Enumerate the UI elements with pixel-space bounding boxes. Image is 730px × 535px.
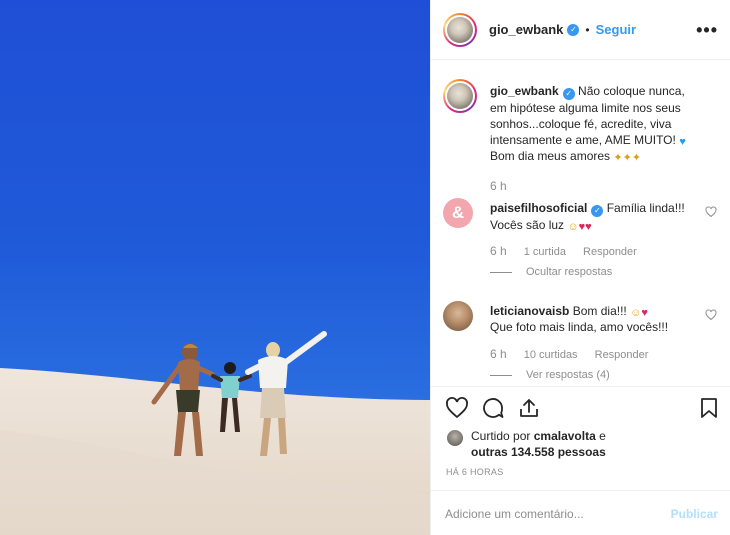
like-comment-heart-icon[interactable]: [705, 206, 717, 218]
comment-input[interactable]: Adicione um comentário...: [445, 507, 584, 521]
comment-likes[interactable]: 10 curtidas: [524, 349, 578, 361]
comment-time[interactable]: 6 h: [490, 244, 507, 258]
caption-meta: 6 h: [490, 179, 521, 193]
caption-time[interactable]: 6 h: [490, 179, 507, 193]
comment-text: paisefilhosoficial ✓ Família linda!!! Voc…: [490, 200, 700, 233]
author-avatar[interactable]: [443, 12, 477, 47]
post-header: gio_ewbank ✓ • Seguir •••: [431, 0, 730, 60]
replies-line: [490, 374, 512, 376]
liked-by-user[interactable]: cmalavolta: [534, 429, 596, 443]
blue-heart-icon: ♥: [679, 136, 686, 148]
reply-button[interactable]: Responder: [583, 246, 637, 258]
verified-icon: ✓: [562, 88, 575, 100]
post-sidebar: gio_ewbank ✓ • Seguir ••• gio_ewbank ✓ Nã…: [430, 0, 730, 535]
add-comment-bar: Adicione um comentário... Publicar: [431, 490, 730, 535]
comment-username[interactable]: leticianovaisb: [490, 304, 569, 318]
toggle-replies-label[interactable]: Ocultar respostas: [526, 266, 612, 278]
post-timestamp[interactable]: HÁ 6 HORAS: [446, 467, 504, 477]
liked-by-joiner: e: [599, 429, 606, 443]
heart-eyes-icon: ☺: [630, 307, 642, 319]
verified-icon: ✓: [567, 23, 580, 36]
comment-meta: 6 h 1 curtida Responder: [490, 244, 651, 258]
comment-username[interactable]: paisefilhosoficial: [490, 201, 587, 215]
comments-list[interactable]: gio_ewbank ✓ Não coloque nunca, em hipóte…: [431, 61, 730, 387]
toggle-replies-label[interactable]: Ver respostas (4): [526, 369, 610, 381]
instagram-post-view: gio_ewbank ✓ • Seguir ••• gio_ewbank ✓ Nã…: [0, 0, 730, 535]
like-comment-heart-icon[interactable]: [705, 309, 717, 321]
liked-by-others[interactable]: outras 134.558 pessoas: [471, 445, 606, 459]
reply-button[interactable]: Responder: [595, 349, 649, 361]
sparkles-icon: ✦✦✦: [613, 152, 642, 164]
comment-meta: 6 h 10 curtidas Responder: [490, 347, 662, 361]
beach-dune-photo: [0, 0, 430, 535]
comment-icon[interactable]: [481, 396, 505, 420]
post-actions: [443, 396, 723, 424]
comment-item: & paisefilhosoficial ✓ Família linda!!! V…: [443, 198, 723, 278]
liked-by-text: Curtido por cmalavolta e outras 134.558 …: [471, 428, 606, 460]
red-heart-icon: ♥: [641, 307, 648, 319]
share-icon[interactable]: [517, 396, 541, 420]
caption-text: gio_ewbank ✓ Não coloque nunca, em hipóte…: [490, 83, 700, 164]
comment-item: leticianovaisb Bom dia!!! ☺♥ Que foto ma…: [443, 301, 723, 385]
verified-icon: ✓: [591, 205, 604, 217]
heart-eyes-icon: ☺: [567, 221, 579, 233]
post-photo[interactable]: [0, 0, 430, 535]
toggle-replies[interactable]: Ocultar respostas: [490, 266, 626, 278]
liker-avatar[interactable]: [447, 430, 463, 446]
comment-likes[interactable]: 1 curtida: [524, 246, 566, 258]
commenter-avatar[interactable]: [443, 301, 473, 331]
caption-body-2: Bom dia meus amores: [490, 149, 611, 163]
comment-body: Bom dia!!!: [572, 304, 627, 318]
liked-by: Curtido por cmalavolta e outras 134.558 …: [445, 428, 725, 460]
commenter-avatar[interactable]: &: [443, 198, 473, 228]
caption-row: gio_ewbank ✓ Não coloque nunca, em hipóte…: [443, 79, 723, 193]
liked-by-prefix: Curtido por: [471, 429, 531, 443]
author-username[interactable]: gio_ewbank: [489, 22, 563, 37]
red-heart-icon: ♥♥: [578, 221, 592, 233]
replies-line: [490, 271, 512, 273]
toggle-replies[interactable]: Ver respostas (4): [490, 369, 624, 381]
comment-time[interactable]: 6 h: [490, 347, 507, 361]
publish-button[interactable]: Publicar: [671, 507, 718, 521]
header-separator: •: [585, 22, 590, 37]
caption-avatar[interactable]: [443, 79, 477, 113]
comment-body-2: Que foto mais linda, amo vocês!!!: [490, 320, 669, 334]
bookmark-icon[interactable]: [697, 396, 721, 420]
follow-button[interactable]: Seguir: [596, 22, 636, 37]
heart-icon[interactable]: [445, 396, 469, 420]
caption-username[interactable]: gio_ewbank: [490, 84, 559, 98]
more-icon[interactable]: •••: [696, 21, 718, 39]
comment-text: leticianovaisb Bom dia!!! ☺♥ Que foto ma…: [490, 303, 700, 335]
